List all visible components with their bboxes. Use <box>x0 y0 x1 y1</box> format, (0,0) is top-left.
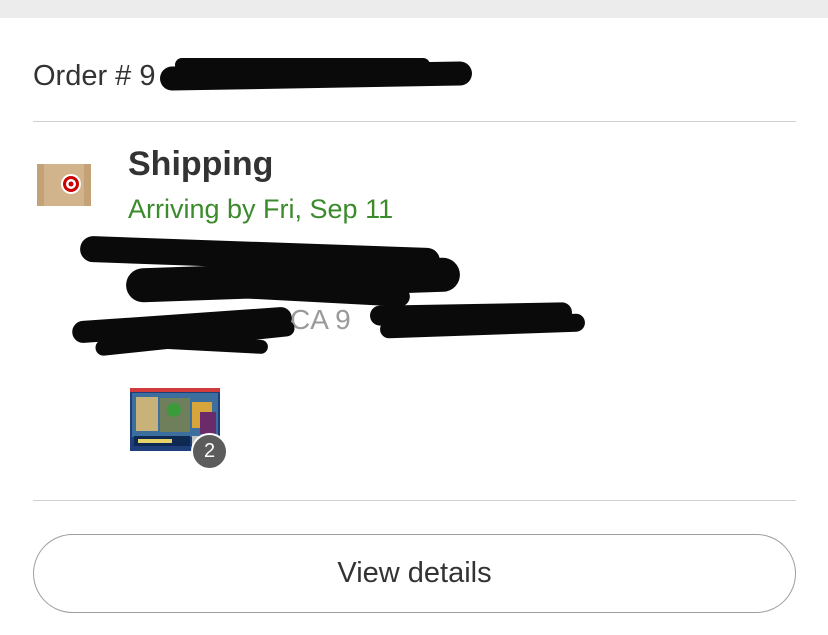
shipping-title: Shipping <box>128 145 274 183</box>
shipping-box-icon <box>37 164 91 206</box>
view-details-button[interactable]: View details <box>33 534 796 613</box>
address-line-2: CA 9 <box>290 304 351 336</box>
arrival-date: Arriving by Fri, Sep 11 <box>128 194 394 224</box>
divider-bottom <box>33 500 796 501</box>
order-number-row: Order # 9 <box>33 56 155 96</box>
divider-top <box>33 121 796 122</box>
order-label: Order # <box>33 59 132 92</box>
address-state-zip: CA 9 <box>290 304 351 335</box>
redaction-order-number-2 <box>175 58 430 72</box>
order-number: 9 <box>139 59 156 92</box>
order-card: Order # 9 Shipping Arriving by Fri, Sep … <box>0 18 828 635</box>
quantity-badge: 2 <box>191 433 228 470</box>
top-edge <box>0 0 828 18</box>
